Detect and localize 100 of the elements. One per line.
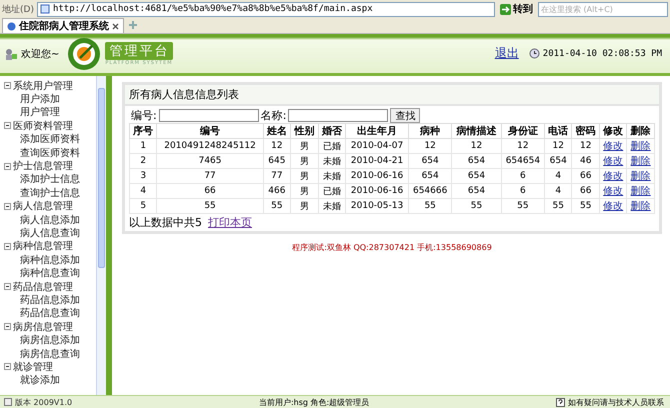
- name-label: 名称:: [260, 108, 286, 123]
- tree-item[interactable]: 添加护士信息: [4, 172, 96, 186]
- collapse-icon[interactable]: [4, 122, 11, 130]
- tree-item[interactable]: 查询护士信息: [4, 186, 96, 200]
- column-header: 身份证: [501, 124, 544, 138]
- table-cell: 1: [130, 138, 157, 154]
- table-cell: 12: [452, 138, 502, 154]
- go-button[interactable]: 转到: [498, 2, 535, 16]
- table-cell: 46: [572, 154, 600, 168]
- table-cell: 已婚: [318, 138, 346, 154]
- column-header: 病情描述: [452, 124, 502, 138]
- collapse-icon[interactable]: [4, 202, 11, 210]
- tree-item[interactable]: 病房信息添加: [4, 333, 96, 347]
- tree-item[interactable]: 病人信息查询: [4, 226, 96, 240]
- tree-item[interactable]: 病种信息查询: [4, 266, 96, 280]
- table-cell: 2010-06-16: [346, 184, 409, 198]
- tree-group-item[interactable]: 就诊管理: [4, 360, 96, 374]
- close-icon[interactable]: [112, 22, 119, 30]
- table-cell: 2010-04-07: [346, 138, 409, 154]
- tree-item[interactable]: 药品信息查询: [4, 306, 96, 320]
- collapse-icon[interactable]: [4, 82, 11, 90]
- id-label: 编号:: [131, 108, 157, 123]
- collapse-icon[interactable]: [4, 162, 11, 170]
- table-cell: 未婚: [318, 168, 346, 184]
- table-cell: 66: [572, 184, 600, 198]
- table-cell: 12: [501, 138, 544, 154]
- help-icon: [556, 398, 566, 406]
- collapse-icon[interactable]: [4, 323, 11, 330]
- table-cell: 男: [290, 154, 318, 168]
- browser-icon: [7, 22, 16, 30]
- table-cell: 77: [156, 168, 264, 184]
- column-header: 婚否: [318, 124, 346, 138]
- table-cell: 654666: [408, 184, 452, 198]
- table-cell: 4: [544, 168, 572, 184]
- column-header: 病种: [408, 124, 452, 138]
- table-cell: 654: [544, 154, 572, 168]
- record-count: 以上数据中共5: [129, 215, 202, 230]
- collapse-icon[interactable]: [4, 283, 11, 290]
- page-icon: [40, 4, 50, 14]
- tree-group-item[interactable]: 护士信息管理: [4, 159, 96, 173]
- logout-link[interactable]: 退出: [494, 45, 519, 62]
- tree-item[interactable]: 用户添加: [4, 92, 96, 106]
- table-cell: 66: [156, 184, 264, 198]
- arrow-icon: [500, 4, 511, 14]
- tree-group-item[interactable]: 病人信息管理: [4, 200, 96, 213]
- table-cell: 12: [544, 138, 572, 154]
- logo-title: 管理平台: [105, 42, 174, 60]
- table-cell: 654: [452, 184, 502, 198]
- welcome-text: 欢迎您~: [21, 48, 60, 60]
- search-button[interactable]: 查找: [390, 108, 420, 123]
- table-cell: 4: [544, 184, 572, 198]
- contact-note: 程序测试:双鱼林 QQ:287307421 手机:13558690869: [292, 242, 492, 253]
- tree-item[interactable]: 病房信息查询: [4, 346, 96, 360]
- table-cell: 77: [263, 168, 291, 184]
- table-cell: 男: [290, 138, 318, 154]
- collapse-icon[interactable]: [4, 242, 11, 250]
- column-header: 序号: [130, 124, 157, 138]
- table-cell: 654654: [501, 154, 544, 168]
- table-cell: 2: [130, 154, 157, 168]
- tree-item[interactable]: 就诊添加: [4, 374, 96, 387]
- tree-item[interactable]: 查询医师资料: [4, 146, 96, 160]
- browser-tab[interactable]: 住院部病人管理系统: [2, 18, 124, 33]
- table-cell: 2010-06-16: [346, 168, 409, 184]
- table-cell: 2010491248245112: [156, 138, 264, 154]
- table-cell: 12: [572, 138, 600, 154]
- tree-group-item[interactable]: 病种信息管理: [4, 240, 96, 254]
- id-input[interactable]: [158, 109, 259, 122]
- name-input[interactable]: [288, 109, 388, 122]
- address-label: 地址(D): [2, 4, 34, 16]
- table-cell: 7465: [156, 154, 264, 168]
- table-cell: 645: [263, 154, 291, 168]
- table-cell: 654: [408, 168, 452, 184]
- address-field[interactable]: http://localhost:4681/%e5%ba%90%e7%a8%8b%e5%ba%8f/main.aspx: [36, 2, 495, 16]
- tree-item[interactable]: 病种信息添加: [4, 253, 96, 266]
- tree-item[interactable]: 用户管理: [4, 106, 96, 120]
- logo-icon: [67, 36, 102, 70]
- table-cell: 已婚: [318, 184, 346, 198]
- scrollbar[interactable]: [96, 76, 106, 395]
- datetime-text: 2011-04-10 02:08:53 PM: [542, 48, 662, 58]
- tree-group-item[interactable]: 病房信息管理: [4, 320, 96, 334]
- tree-group-item[interactable]: 药品信息管理: [4, 280, 96, 294]
- print-link[interactable]: 打印本页: [208, 215, 252, 230]
- collapse-icon[interactable]: [4, 363, 11, 370]
- table-cell: 男: [290, 184, 318, 198]
- table-cell: 654: [408, 154, 452, 168]
- table-cell: 12: [408, 138, 452, 154]
- version-text: 版本 2009V1.0: [15, 396, 72, 408]
- users-icon: [4, 46, 18, 60]
- column-header: 电话: [544, 124, 572, 138]
- tree-item[interactable]: 病人信息添加: [4, 212, 96, 226]
- tree-group-item[interactable]: 医师资料管理: [4, 119, 96, 133]
- current-user-text: 当前用户:hsg 角色:超级管理员: [258, 396, 370, 408]
- table-cell: 66: [572, 168, 600, 184]
- tree-item[interactable]: 添加医师资料: [4, 132, 96, 146]
- table-cell: 未婚: [318, 154, 346, 168]
- table-cell: 654: [452, 168, 502, 184]
- table-cell: 4: [130, 184, 157, 198]
- tree-group-item[interactable]: 系统用户管理: [4, 79, 96, 92]
- tree-item[interactable]: 药品信息添加: [4, 293, 96, 307]
- page-icon: [4, 398, 12, 406]
